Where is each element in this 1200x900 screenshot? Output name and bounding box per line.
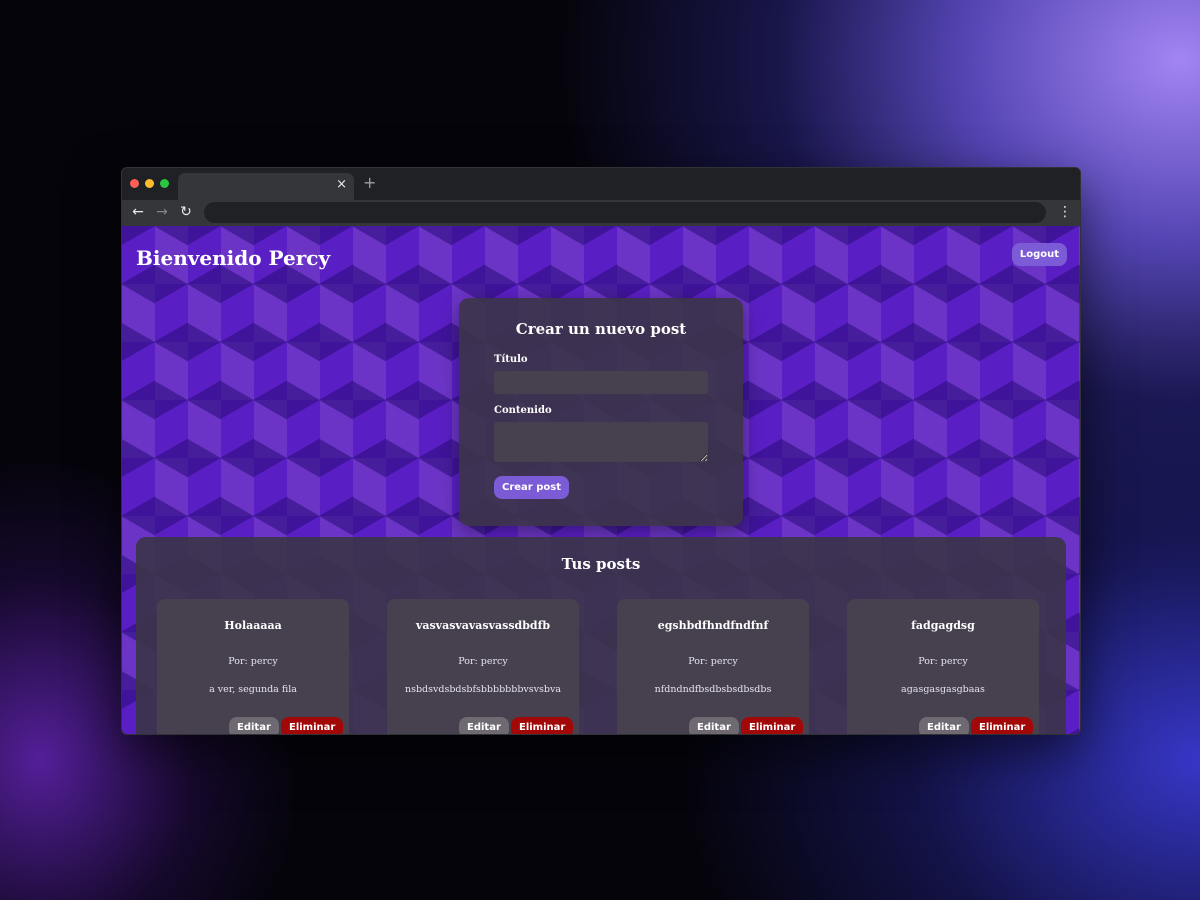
maximize-window-button[interactable] (160, 179, 169, 188)
post-author: Por: percy (918, 656, 968, 667)
delete-post-button[interactable]: Eliminar (511, 717, 574, 734)
delete-post-button[interactable]: Eliminar (281, 717, 344, 734)
browser-toolbar: ← → ↻ ⋮ (122, 200, 1080, 226)
contenido-label: Contenido (494, 405, 552, 416)
post-body: nfdndndfbsdbsbsdbsdbs (654, 684, 772, 695)
post-title: vasvasvavasvassdbdfb (415, 619, 551, 632)
forward-arrow-icon[interactable]: → (153, 203, 171, 221)
post-card: Holaaaaa Por: percy a ver, segunda fila … (157, 599, 349, 734)
browser-tab[interactable]: × (178, 173, 354, 200)
address-bar[interactable] (204, 202, 1046, 223)
new-tab-icon[interactable]: + (363, 174, 376, 192)
post-title: Holaaaaa (224, 619, 282, 632)
page-title: Bienvenido Percy (136, 246, 331, 270)
post-card: vasvasvavasvassdbdfb Por: percy nsbdsvds… (387, 599, 579, 734)
create-post-title: Crear un nuevo post (515, 320, 687, 338)
create-post-button[interactable]: Crear post (494, 476, 569, 499)
post-body: a ver, segunda fila (209, 684, 297, 695)
create-post-card: Crear un nuevo post Título Contenido Cre… (459, 298, 743, 526)
post-body: agasgasgasgbaas (901, 684, 985, 695)
post-author: Por: percy (228, 656, 278, 667)
delete-post-button[interactable]: Eliminar (741, 717, 804, 734)
post-body: nsbdsvdsbdsbfsbbbbbbbvsvsbva (404, 684, 562, 695)
post-author: Por: percy (458, 656, 508, 667)
close-tab-icon[interactable]: × (336, 177, 347, 193)
browser-window: × + ← → ↻ ⋮ Bienvenido Percy Logout Crea… (121, 167, 1081, 735)
browser-menu-icon[interactable]: ⋮ (1058, 203, 1072, 221)
post-author: Por: percy (688, 656, 738, 667)
back-arrow-icon[interactable]: ← (129, 203, 147, 221)
post-card: fadgagdsg Por: percy agasgasgasgbaas Edi… (847, 599, 1039, 734)
reload-icon[interactable]: ↻ (177, 203, 195, 221)
delete-post-button[interactable]: Eliminar (971, 717, 1034, 734)
logout-button[interactable]: Logout (1011, 243, 1067, 266)
post-card: egshbdfhndfndfnf Por: percy nfdndndfbsdb… (617, 599, 809, 734)
edit-post-button[interactable]: Editar (919, 717, 969, 734)
post-title: fadgagdsg (911, 619, 975, 632)
titulo-label: Título (494, 354, 528, 365)
post-title: egshbdfhndfndfnf (657, 619, 769, 632)
close-window-button[interactable] (130, 179, 139, 188)
contenido-textarea[interactable] (494, 422, 708, 462)
minimize-window-button[interactable] (145, 179, 154, 188)
titulo-input[interactable] (494, 371, 708, 394)
page-viewport: Bienvenido Percy Logout Crear un nuevo p… (122, 226, 1080, 734)
edit-post-button[interactable]: Editar (689, 717, 739, 734)
edit-post-button[interactable]: Editar (459, 717, 509, 734)
tab-bar: × + (122, 168, 1080, 200)
posts-heading: Tus posts (561, 555, 641, 573)
posts-panel: Tus posts Holaaaaa Por: percy a ver, seg… (136, 537, 1066, 734)
edit-post-button[interactable]: Editar (229, 717, 279, 734)
